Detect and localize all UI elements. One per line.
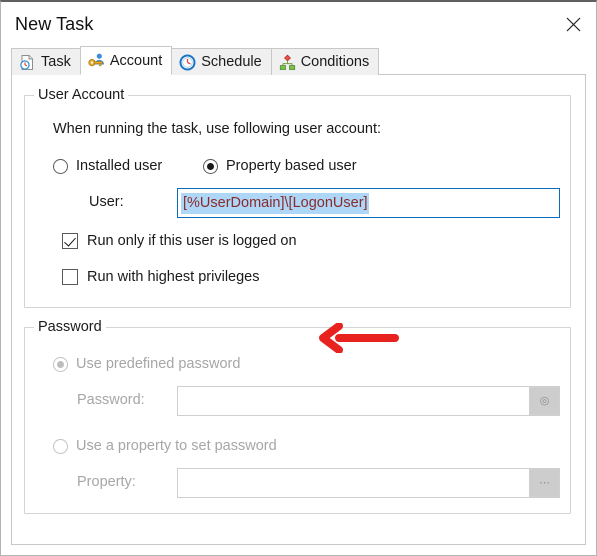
radio-label-use-predefined-password: Use predefined password	[76, 356, 241, 372]
radio-dial-property-based-user	[203, 158, 218, 174]
radio-dial-installed-user	[53, 158, 68, 174]
user-input[interactable]: [%UserDomain]\[LogonUser]	[177, 188, 560, 218]
key-user-icon	[88, 53, 104, 67]
hierarchy-icon	[279, 54, 295, 70]
radio-label-installed-user: Installed user	[76, 158, 163, 174]
eye-icon: ◎	[539, 394, 550, 407]
checkbox-run-with-highest-privileges[interactable]: Run with highest privileges	[62, 269, 259, 285]
close-button[interactable]	[550, 2, 596, 46]
user-input-value: [%UserDomain]\[LogonUser]	[181, 192, 369, 214]
radio-dial-use-property-to-set-password	[53, 438, 68, 454]
close-icon	[566, 17, 580, 31]
checkbox-run-only-if-logged-on[interactable]: Run only if this user is logged on	[62, 233, 297, 249]
document-clock-icon	[20, 54, 33, 70]
radio-dial-use-predefined-password	[53, 356, 68, 372]
checkbox-box-run-with-highest-privileges	[62, 269, 78, 285]
user-account-description: When running the task, use following use…	[53, 121, 382, 137]
password-group-title: Password	[34, 319, 106, 335]
clock-icon	[179, 54, 196, 70]
tab-schedule[interactable]: Schedule	[171, 48, 272, 75]
page-title: New Task	[15, 13, 94, 34]
tab-task[interactable]: Task	[11, 48, 81, 75]
account-tab-panel: User Account When running the task, use …	[11, 75, 586, 545]
user-account-group-title: User Account	[34, 87, 129, 103]
checkbox-label-run-only-if-logged-on: Run only if this user is logged on	[87, 233, 297, 249]
tab-strip: Task Account Schedule Conditions	[1, 46, 596, 75]
password-input[interactable]	[177, 386, 560, 416]
tab-label-schedule: Schedule	[201, 54, 262, 70]
radio-label-use-property-to-set-password: Use a property to set password	[76, 438, 277, 454]
property-input[interactable]	[177, 468, 560, 498]
radio-installed-user[interactable]: Installed user	[53, 158, 162, 174]
property-browse-button[interactable]: ⋯	[529, 469, 560, 497]
radio-label-property-based-user: Property based user	[226, 158, 357, 174]
password-reveal-button[interactable]: ◎	[529, 387, 560, 415]
checkbox-box-run-only-if-logged-on	[62, 233, 78, 249]
user-field-label: User:	[89, 194, 124, 210]
radio-use-predefined-password[interactable]: Use predefined password	[53, 356, 240, 372]
radio-use-property-to-set-password[interactable]: Use a property to set password	[53, 438, 277, 454]
tab-label-task: Task	[41, 54, 71, 70]
password-group: Password Use predefined password Passwor…	[24, 319, 571, 514]
tab-label-account: Account	[109, 52, 163, 69]
tab-account[interactable]: Account	[79, 46, 173, 75]
tab-conditions[interactable]: Conditions	[270, 48, 380, 75]
radio-property-based-user[interactable]: Property based user	[203, 158, 357, 174]
user-account-group: User Account When running the task, use …	[24, 87, 571, 308]
tab-label-conditions: Conditions	[300, 54, 370, 70]
property-field-label: Property:	[77, 474, 136, 490]
new-task-dialog: New Task Task Account Schedule Condition…	[0, 0, 597, 556]
ellipsis-icon: ⋯	[539, 476, 550, 489]
checkbox-label-run-with-highest-privileges: Run with highest privileges	[87, 269, 260, 285]
password-field-label: Password:	[77, 392, 145, 408]
title-bar: New Task	[1, 2, 596, 46]
